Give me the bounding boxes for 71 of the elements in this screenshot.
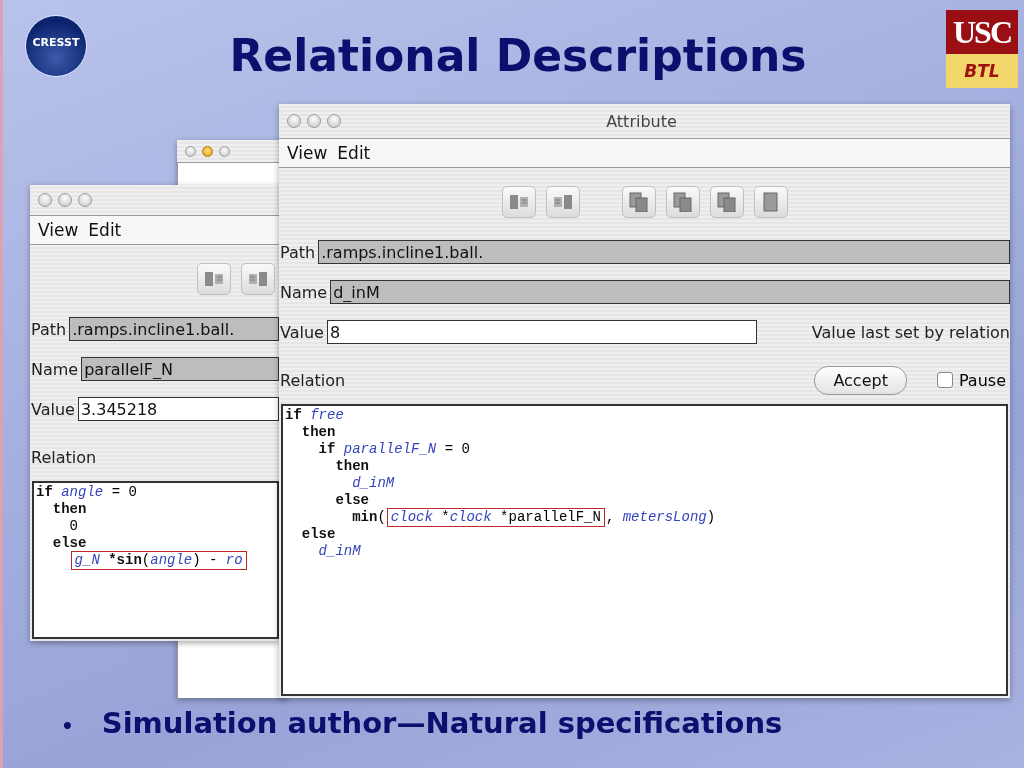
text-field[interactable]: 3.345218 (77, 397, 279, 421)
pages-icon (671, 192, 694, 212)
toolbar-button[interactable] (197, 263, 231, 295)
columns-icon (247, 269, 269, 289)
text-field[interactable]: d_inM (330, 280, 1010, 304)
logo: USC (946, 10, 1018, 54)
window-control-button[interactable] (307, 114, 321, 128)
code-text: if parallelF_N = 0 (318, 441, 470, 458)
slide-title: Relational Descriptions (228, 30, 808, 81)
pages-icon (627, 192, 650, 212)
window-control-button[interactable] (287, 114, 301, 128)
checkbox-label[interactable]: Pause (958, 370, 1006, 390)
status-text: Value last set by relation (810, 322, 1010, 342)
logo: BTL (946, 54, 1018, 88)
window-control-button[interactable] (58, 193, 72, 207)
field-label: Path (280, 242, 316, 262)
accept-button[interactable]: Accept (814, 365, 907, 395)
code-text: min( (352, 509, 386, 526)
code-text: then (52, 501, 87, 518)
code-text: d_inM (352, 475, 395, 492)
window-title: Attribute (605, 111, 678, 131)
toolbar-button[interactable] (753, 186, 788, 218)
menu-item[interactable]: Edit (88, 220, 122, 240)
checkbox[interactable] (936, 372, 953, 388)
code-text: then (335, 458, 369, 475)
menu-item[interactable]: Edit (337, 143, 371, 163)
highlighted-code: g_N *sin(angle) - ro (70, 551, 247, 570)
text-field[interactable]: parallelF_N (81, 357, 279, 381)
field-label: Value (280, 322, 324, 342)
code-text: then (301, 424, 336, 441)
menu-item[interactable]: View (287, 143, 328, 163)
text-field[interactable]: .ramps.incline1.ball. (318, 240, 1010, 264)
toolbar-button[interactable] (665, 186, 700, 218)
field-label: Path (31, 319, 67, 339)
window-control-button[interactable] (327, 114, 341, 128)
toolbar-button[interactable] (709, 186, 744, 218)
window-control-button[interactable] (219, 145, 230, 157)
logo: CRESST (25, 15, 87, 77)
window-control-button[interactable] (38, 193, 52, 207)
highlighted-code: clock *clock *parallelF_N (386, 508, 605, 527)
code-text: d_inM (318, 543, 361, 560)
relation-label: Relation (31, 447, 97, 467)
code-editor[interactable]: if free then if parallelF_N = 0 then d_inM else min( clock *clock *parallelF_N , metersLong) else d_inM (281, 404, 1008, 696)
columns-icon (507, 192, 530, 212)
toolbar-button[interactable] (621, 186, 656, 218)
window-control-button[interactable] (78, 193, 92, 207)
code-text: 0 (69, 518, 78, 535)
columns-icon (551, 192, 574, 212)
pages-icon (715, 192, 738, 212)
columns-icon (203, 269, 225, 289)
code-text: , metersLong) (605, 509, 716, 526)
bullet-text: Simulation author—Natural specifications (101, 706, 783, 740)
relation-label: Relation (280, 370, 346, 390)
window-control-button[interactable] (202, 145, 213, 157)
code-text: else (335, 492, 369, 509)
field-label: Name (280, 282, 328, 302)
text-field[interactable]: .ramps.incline1.ball. (69, 317, 279, 341)
code-text: if angle = 0 (36, 484, 137, 501)
text-field[interactable]: 8 (326, 320, 757, 344)
code-editor[interactable]: if angle = 0 then 0 else g_N *sin(angle) - ro (32, 481, 279, 639)
code-text: else (52, 535, 87, 552)
field-label: Name (31, 359, 79, 379)
menu-item[interactable]: View (38, 220, 79, 240)
toolbar-button[interactable] (501, 186, 536, 218)
code-text: else (301, 526, 336, 543)
code-text: if free (285, 407, 344, 424)
field-label: Value (31, 399, 75, 419)
bullet-marker: • (61, 714, 74, 738)
toolbar-button[interactable] (241, 263, 275, 295)
window-control-button[interactable] (185, 145, 196, 157)
toolbar-button[interactable] (545, 186, 580, 218)
